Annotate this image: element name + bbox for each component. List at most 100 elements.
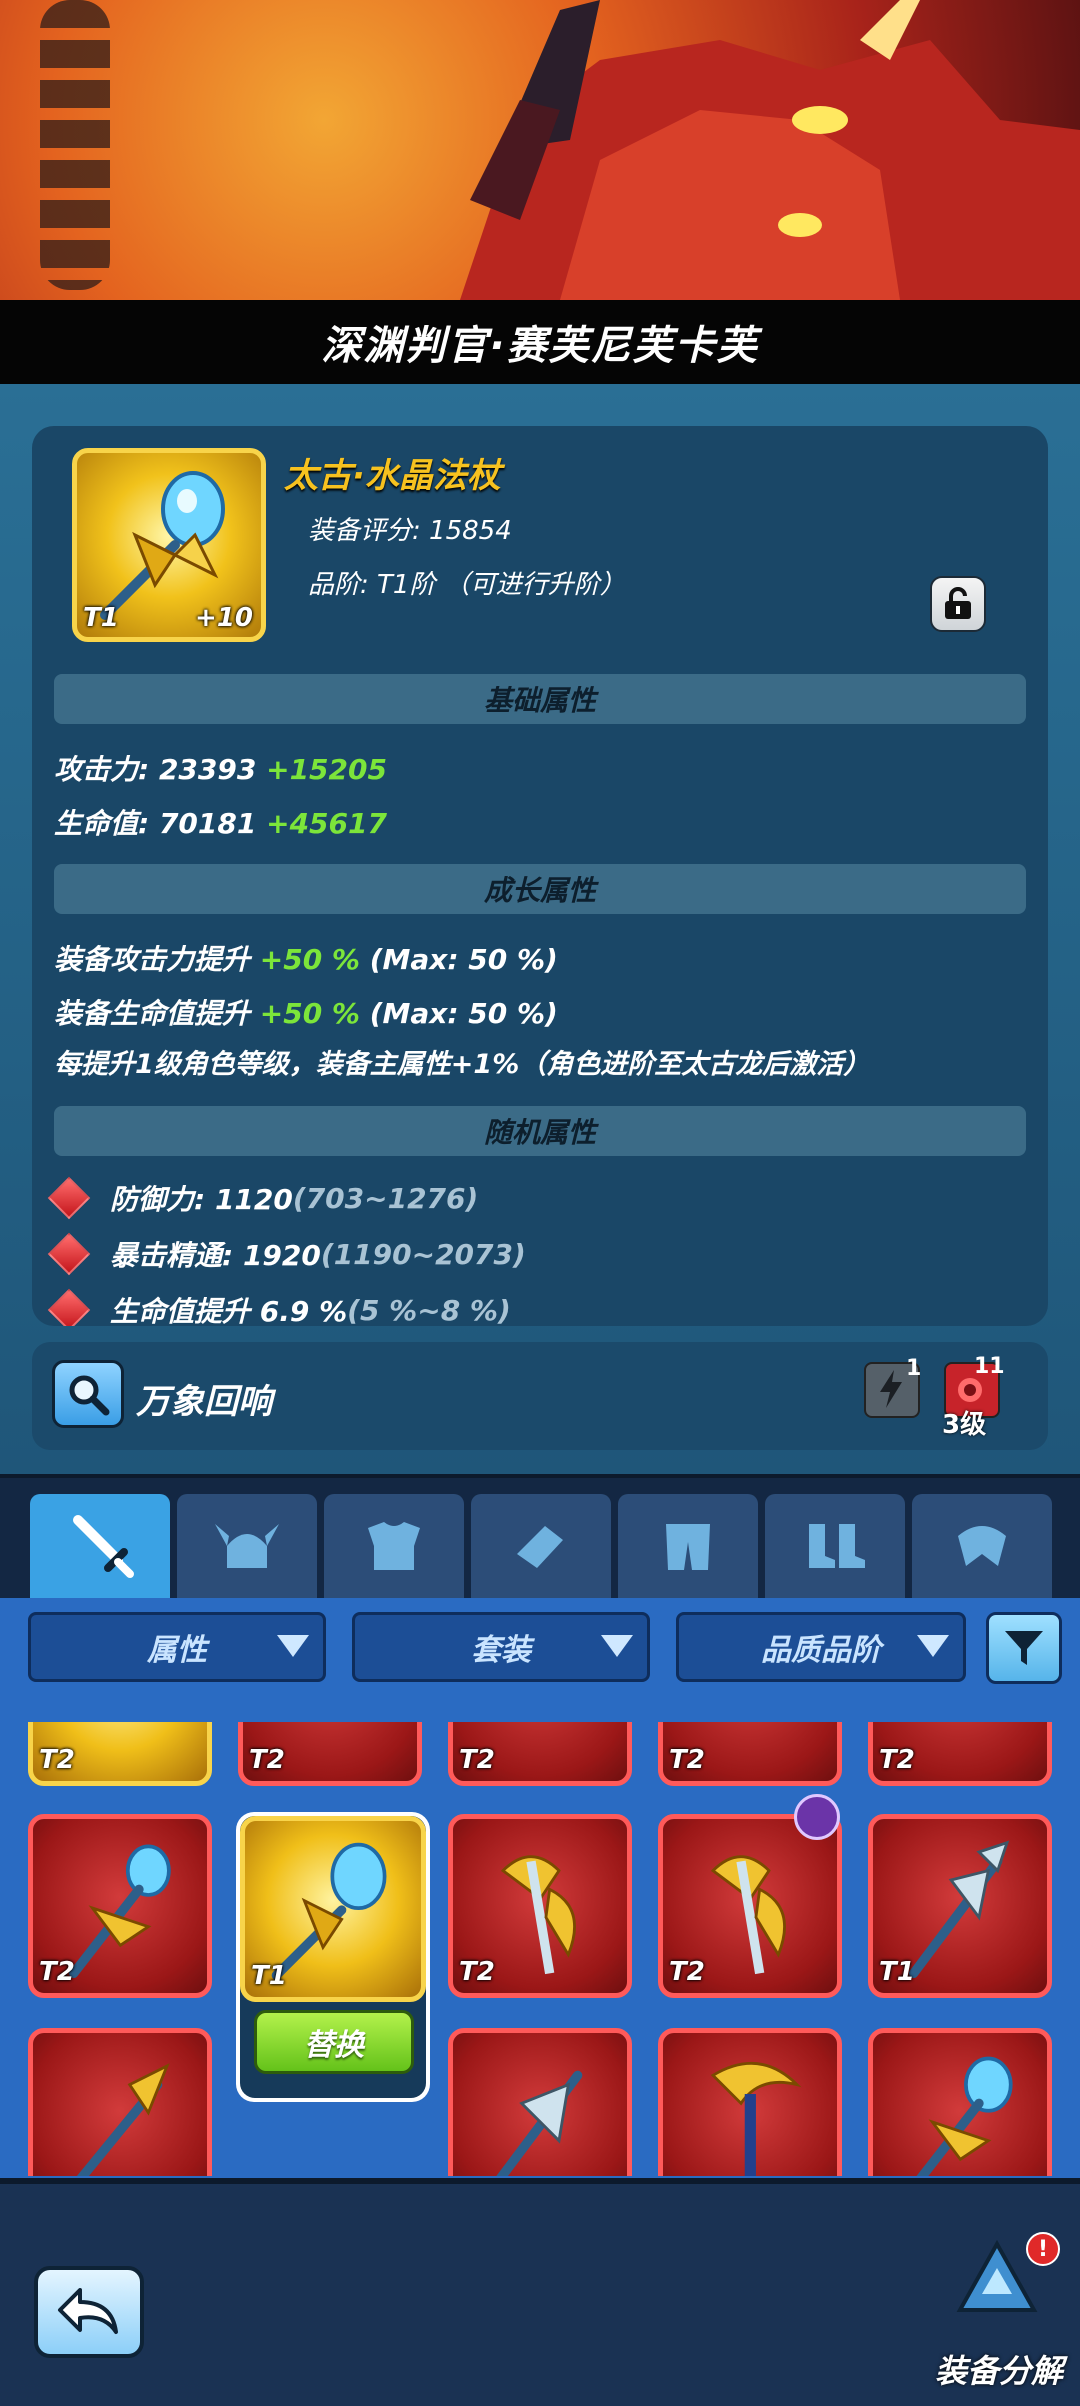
tab-weapon[interactable] (30, 1494, 170, 1598)
bracer-icon (517, 1526, 563, 1568)
equipment-card[interactable] (28, 2028, 212, 2176)
card-tier: T2 (39, 1957, 75, 1987)
card-tier: T2 (39, 1745, 75, 1775)
red-gem-icon (47, 1176, 91, 1220)
growth-hp: 装备生命值提升 +50 % (Max: 50 %) (54, 992, 558, 1032)
growth-attack: 装备攻击力提升 +50 % (Max: 50 %) (54, 938, 558, 978)
section-growth-attributes: 成长属性 (54, 864, 1026, 914)
equipment-card[interactable]: T2 (658, 1722, 842, 1786)
card-tier: T2 (459, 1957, 495, 1987)
filter-clear-button[interactable] (986, 1612, 1062, 1684)
special-effect-badge-icon (794, 1794, 840, 1840)
equipment-card[interactable]: T1 (868, 1814, 1052, 1998)
growth-note: 每提升1级角色等级，装备主属性+1%（角色进阶至太古龙后激活） (54, 1049, 871, 1080)
equipment-card[interactable]: T2 (868, 1722, 1052, 1786)
equipment-card[interactable]: T2 (448, 1814, 632, 1998)
tab-bracer[interactable] (471, 1494, 611, 1598)
selected-equipment-card[interactable]: T1 替换 (236, 1812, 430, 2102)
unlock-icon (945, 587, 971, 619)
decompose-label: 装备分解 (934, 2352, 1063, 2390)
crystal-staff-icon (69, 1844, 171, 1978)
equipment-list: 属性 套装 品质品阶 T2 T2 T2 T2 T2 T2 T1 替换 T2 T2… (0, 1598, 1080, 2178)
search-icon[interactable] (52, 1360, 124, 1428)
dark-scythe-icon (710, 2061, 802, 2176)
attr-hp-label: 生命值: 70181 (54, 807, 267, 840)
bottom-bar: ! 装备分解 (0, 2178, 1080, 2406)
skill-b-count: 11 (974, 1354, 1005, 1379)
equipment-card[interactable] (868, 2028, 1052, 2176)
equipment-card[interactable] (658, 2028, 842, 2176)
random-attr-hp: 生命值提升 6.9 % (5 %~8 %) (47, 1288, 511, 1326)
card-tier: T2 (459, 1745, 495, 1775)
random-attr-defense: 防御力: 1120 (703~1276) (47, 1176, 478, 1220)
equipment-card[interactable]: T2 (238, 1722, 422, 1786)
random-attr-hp-label: 生命值提升 6.9 % (110, 1295, 348, 1326)
equipment-card[interactable]: T2 (28, 1722, 212, 1786)
accessory-icon (958, 1526, 1006, 1566)
crystal-staff-icon (271, 1842, 387, 1980)
hero-title: 深渊判官·赛芙尼芙卡芙 (321, 323, 759, 369)
equipment-card[interactable]: T2 (658, 1814, 842, 1998)
attr-attack: 攻击力: 23393 +15205 (54, 748, 387, 788)
random-attr-defense-label: 防御力: 1120 (110, 1183, 293, 1216)
pants-icon (666, 1524, 710, 1570)
equipment-card[interactable]: T2 (28, 1814, 212, 1998)
equipment-card[interactable]: T1 (240, 1816, 426, 2002)
silver-halberd-icon (496, 2070, 583, 2176)
attr-hp-bonus: +45617 (266, 807, 387, 840)
card-tier: T2 (249, 1745, 285, 1775)
chest-armor-icon (368, 1522, 420, 1570)
lock-button[interactable] (930, 576, 986, 632)
attribute-filter[interactable]: 属性 (28, 1612, 326, 1682)
random-attr-crit-range: (1190~2073) (320, 1237, 526, 1271)
sword-icon (73, 1515, 134, 1578)
back-arrow-icon (58, 2288, 118, 2334)
card-tier: T2 (669, 1745, 705, 1775)
crystal-staff-icon (916, 2056, 1013, 2176)
chevron-down-icon (917, 1635, 949, 1657)
enhance-badge: +10 (195, 603, 253, 633)
skill-b-level: 3级 (942, 1410, 987, 1440)
quality-filter[interactable]: 品质品阶 (676, 1612, 966, 1682)
equipment-grade: 品阶: T1阶 （可进行升阶） (308, 570, 626, 600)
attribute-filter-label: 属性 (147, 1633, 207, 1668)
equipment-card[interactable] (448, 2028, 632, 2176)
red-gem-icon (47, 1288, 91, 1326)
card-tier: T2 (879, 1745, 915, 1775)
attr-attack-label: 攻击力: 23393 (54, 753, 267, 786)
set-filter[interactable]: 套装 (352, 1612, 650, 1682)
growth-attack-bonus: +50 % (259, 943, 360, 976)
skill-a-count: 1 (906, 1356, 922, 1381)
section-random-attributes: 随机属性 (54, 1106, 1026, 1156)
quality-filter-label: 品质品阶 (761, 1633, 881, 1668)
boots-icon (809, 1524, 865, 1568)
equipment-tabs (0, 1474, 1080, 1602)
gold-axe-icon (710, 1855, 786, 1975)
attr-hp: 生命值: 70181 +45617 (54, 802, 387, 842)
growth-attack-max: (Max: 50 %) (359, 943, 558, 976)
tab-armor[interactable] (324, 1494, 464, 1598)
tier-badge: T1 (83, 603, 119, 633)
growth-attack-label: 装备攻击力提升 (54, 943, 260, 976)
back-button[interactable] (34, 2266, 144, 2358)
tab-boots[interactable] (765, 1494, 905, 1598)
equipment-card[interactable]: T2 (448, 1722, 632, 1786)
gold-trident-icon (76, 2063, 170, 2176)
card-tier: T1 (879, 1957, 915, 1987)
gold-axe-icon (500, 1855, 576, 1975)
replace-button[interactable]: 替换 (254, 2010, 414, 2074)
hero-title-bar: 深渊判官·赛芙尼芙卡芙 (0, 300, 1080, 384)
decompose-button[interactable]: ! 装备分解 (924, 2232, 1064, 2398)
attr-attack-bonus: +15205 (266, 753, 387, 786)
random-attr-crit: 暴击精通: 1920 (1190~2073) (47, 1232, 526, 1276)
tab-pants[interactable] (618, 1494, 758, 1598)
chevron-down-icon (277, 1635, 309, 1657)
section-base-attributes: 基础属性 (54, 674, 1026, 724)
equipment-name: 太古·水晶法杖 (284, 456, 501, 496)
silver-halberd-icon (909, 1840, 1010, 1978)
tab-accessory[interactable] (912, 1494, 1052, 1598)
notification-badge: ! (1026, 2232, 1060, 2266)
echo-bar[interactable]: 万象回响 1 11 3级 (32, 1342, 1048, 1450)
tab-helmet[interactable] (177, 1494, 317, 1598)
equipment-icon[interactable]: T1 +10 (72, 448, 266, 642)
